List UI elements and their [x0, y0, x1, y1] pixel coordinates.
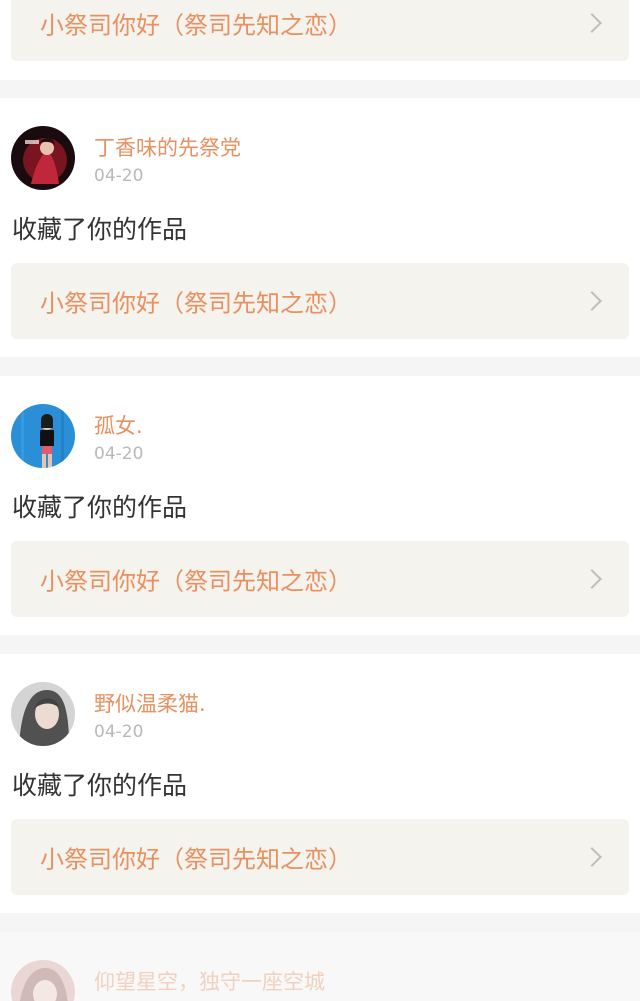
work-title: 小祭司你好（祭司先知之恋） [40, 289, 352, 318]
timestamp: 04-20 [94, 722, 144, 742]
notification-card: 仰望星空，独守一座空城 [0, 932, 640, 1001]
timestamp: 04-20 [94, 444, 144, 464]
work-link[interactable]: 小祭司你好（祭司先知之恋） [11, 819, 629, 895]
work-title: 小祭司你好（祭司先知之恋） [40, 567, 352, 596]
work-title: 小祭司你好（祭司先知之恋） [40, 845, 352, 874]
work-title: 小祭司你好（祭司先知之恋） [40, 11, 352, 40]
username[interactable]: 丁香味的先祭党 [94, 132, 241, 162]
notification-card: 孤女. 04-20 收藏了你的作品 小祭司你好（祭司先知之恋） [0, 376, 640, 635]
work-link[interactable]: 小祭司你好（祭司先知之恋） [11, 0, 629, 61]
notification-card: 丁香味的先祭党 04-20 收藏了你的作品 小祭司你好（祭司先知之恋） [0, 98, 640, 357]
work-link[interactable]: 小祭司你好（祭司先知之恋） [11, 541, 629, 617]
notification-card: 小祭司你好（祭司先知之恋） [0, 0, 640, 80]
work-link[interactable]: 小祭司你好（祭司先知之恋） [11, 263, 629, 339]
action-text: 收藏了你的作品 [12, 493, 188, 522]
user-avatar[interactable] [11, 682, 75, 746]
chevron-right-icon [582, 569, 602, 589]
username[interactable]: 孤女. [94, 410, 143, 440]
notification-feed: 小祭司你好（祭司先知之恋） 丁香味的先祭党 04-20 收藏了你的作品 小祭司你… [0, 0, 640, 1001]
user-avatar[interactable] [11, 126, 75, 190]
notification-card: 野似温柔猫. 04-20 收藏了你的作品 小祭司你好（祭司先知之恋） [0, 654, 640, 913]
user-avatar[interactable] [11, 404, 75, 468]
username[interactable]: 野似温柔猫. [94, 688, 206, 718]
action-text: 收藏了你的作品 [12, 771, 188, 800]
username[interactable]: 仰望星空，独守一座空城 [94, 966, 325, 996]
chevron-right-icon [582, 847, 602, 867]
timestamp: 04-20 [94, 166, 144, 186]
action-text: 收藏了你的作品 [12, 215, 188, 244]
chevron-right-icon [582, 291, 602, 311]
chevron-right-icon [582, 13, 602, 33]
user-avatar[interactable] [11, 960, 75, 1001]
